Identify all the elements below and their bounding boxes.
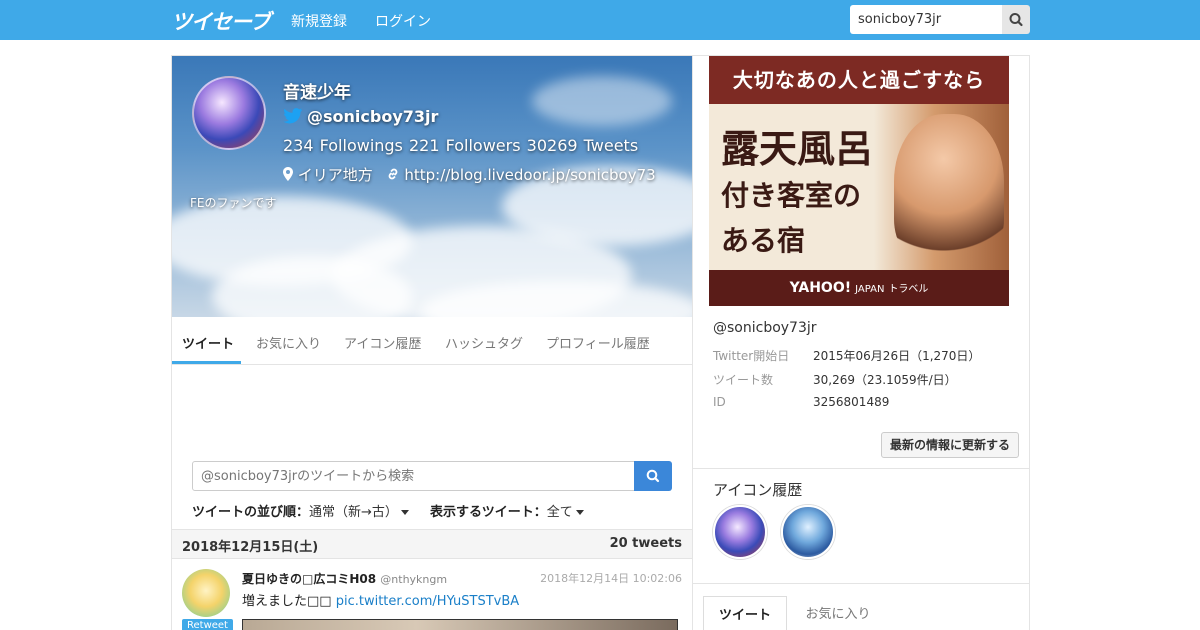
caret-down-icon xyxy=(575,510,584,515)
date-header: 2018年12月15日(土) 20 tweets xyxy=(172,529,692,559)
link-icon xyxy=(388,168,397,180)
sort-order-dropdown[interactable]: ツイートの並び順：通常（新→古） xyxy=(192,501,409,520)
tweet-author-name: 夏日ゆきの□広コミH08 xyxy=(242,572,377,586)
site-logo[interactable]: ツイセーブ xyxy=(171,6,271,34)
top-search xyxy=(850,5,1030,34)
info-value-tweet-count: 30,269（23.1059件/日） xyxy=(813,373,957,387)
tab-favorites[interactable]: お気に入り xyxy=(256,333,321,352)
retweet-badge: Retweet xyxy=(182,619,233,630)
ad-brand-name: YAHOO! xyxy=(789,280,852,296)
tweet-body: 増えました□□ pic.twitter.com/HYuSTSTvBA xyxy=(242,590,519,609)
icon-history-title: アイコン履歴 xyxy=(713,481,803,499)
ad-brand-sub: JAPAN xyxy=(855,284,885,295)
ad-body: 露天風呂 付き客室の ある宿 xyxy=(709,104,1009,270)
info-label-start-date: Twitter開始日 xyxy=(713,349,790,363)
info-label-tweet-count: ツイート数 xyxy=(713,373,774,387)
profile-name: 音速少年 xyxy=(283,83,351,103)
date-header-date: 2018年12月15日(土) xyxy=(182,540,319,555)
tweet-author-avatar[interactable] xyxy=(182,569,230,617)
tab-icon-history[interactable]: アイコン履歴 xyxy=(344,333,421,352)
refresh-button[interactable]: 最新の情報に更新する xyxy=(881,432,1019,458)
profile-bio: FEのファンです xyxy=(190,196,277,210)
display-filter-value: 全て xyxy=(546,505,573,520)
tab-tweets[interactable]: ツイート xyxy=(182,333,234,352)
profile-url[interactable]: http://blog.livedoor.jp/sonicboy73 xyxy=(404,166,655,184)
top-nav: ツイセーブ 新規登録 ログイン xyxy=(0,0,1200,40)
caret-down-icon xyxy=(400,510,409,515)
divider xyxy=(693,583,1029,584)
top-search-input[interactable] xyxy=(850,5,1002,34)
main-panel: 音速少年 @sonicboy73jr 234 Followings 221 Fo… xyxy=(171,55,693,630)
tweet-search-button[interactable] xyxy=(634,461,672,491)
icon-history-avatar[interactable] xyxy=(781,505,835,559)
ad-banner[interactable]: 大切なあの人と過ごすなら 露天風呂 付き客室の ある宿 YAHOO! JAPAN ト… xyxy=(709,56,1009,306)
display-filter-label: 表示するツイート： xyxy=(430,505,547,520)
profile-tabs: ツイート お気に入り アイコン履歴 ハッシュタグ プロフィール履歴 xyxy=(172,317,692,365)
register-link[interactable]: 新規登録 xyxy=(291,11,347,31)
tab-active-indicator xyxy=(172,361,241,364)
followings-count[interactable]: 234 Followings xyxy=(283,136,403,155)
info-value-id: 3256801489 xyxy=(813,395,890,409)
profile-handle[interactable]: @sonicboy73jr xyxy=(283,107,438,126)
profile-stats: 234 Followings 221 Followers 30269 Tweet… xyxy=(283,136,638,155)
ad-person-image xyxy=(894,114,1004,264)
sort-order-value: 通常（新→古） xyxy=(309,505,398,520)
tweet-image[interactable] xyxy=(242,619,678,630)
ad-line-1: 露天風呂 xyxy=(721,126,874,171)
ad-line-2: 付き客室の xyxy=(721,179,862,212)
search-icon xyxy=(646,469,660,483)
sort-order-label: ツイートの並び順： xyxy=(192,505,310,520)
tweet-timestamp[interactable]: 2018年12月14日 10:02:06 xyxy=(540,570,682,586)
ad-line-3: ある宿 xyxy=(721,224,806,257)
tweet-author[interactable]: 夏日ゆきの□広コミH08 @nthykngm xyxy=(242,570,447,587)
tweet-text: 増えました□□ xyxy=(242,594,336,609)
ad-headline: 大切なあの人と過ごすなら xyxy=(709,56,1009,104)
side-tab-tweets[interactable]: ツイート xyxy=(703,596,787,630)
display-filter-dropdown[interactable]: 表示するツイート：全て xyxy=(430,501,584,520)
tweet-author-screen-name: @nthykngm xyxy=(380,573,448,586)
info-value-start-date: 2015年06月26日（1,270日） xyxy=(813,349,981,363)
tweet-search-input[interactable] xyxy=(192,461,635,491)
profile-location: イリア地方 xyxy=(297,166,373,184)
profile-cover: 音速少年 @sonicboy73jr 234 Followings 221 Fo… xyxy=(172,56,692,317)
twitter-bird-icon xyxy=(283,108,303,124)
date-header-count: 20 tweets xyxy=(609,536,682,551)
ad-brand: YAHOO! JAPAN トラベル xyxy=(709,270,1009,306)
tweets-count[interactable]: 30269 Tweets xyxy=(527,136,639,155)
profile-avatar xyxy=(192,76,266,150)
tab-profile-history[interactable]: プロフィール履歴 xyxy=(546,333,650,352)
profile-handle-text: @sonicboy73jr xyxy=(307,107,439,126)
login-link[interactable]: ログイン xyxy=(375,11,431,31)
side-panel: 大切なあの人と過ごすなら 露天風呂 付き客室の ある宿 YAHOO! JAPAN ト… xyxy=(692,55,1030,630)
followers-count[interactable]: 221 Followers xyxy=(409,136,521,155)
profile-location-row: イリア地方 http://blog.livedoor.jp/sonicboy73 xyxy=(283,164,656,185)
icon-history-avatar[interactable] xyxy=(713,505,767,559)
divider xyxy=(693,468,1029,469)
tweet-search xyxy=(192,461,672,491)
side-tab-favorites[interactable]: お気に入り xyxy=(793,596,883,630)
ad-brand-suffix: トラベル xyxy=(888,284,929,295)
top-search-button[interactable] xyxy=(1002,5,1030,34)
map-marker-icon xyxy=(283,167,293,181)
search-icon xyxy=(1009,13,1023,27)
tab-hashtags[interactable]: ハッシュタグ xyxy=(445,333,523,352)
info-label-id: ID xyxy=(713,395,726,409)
tweet-link[interactable]: pic.twitter.com/HYuSTSTvBA xyxy=(336,594,519,609)
side-handle: @sonicboy73jr xyxy=(713,320,817,336)
